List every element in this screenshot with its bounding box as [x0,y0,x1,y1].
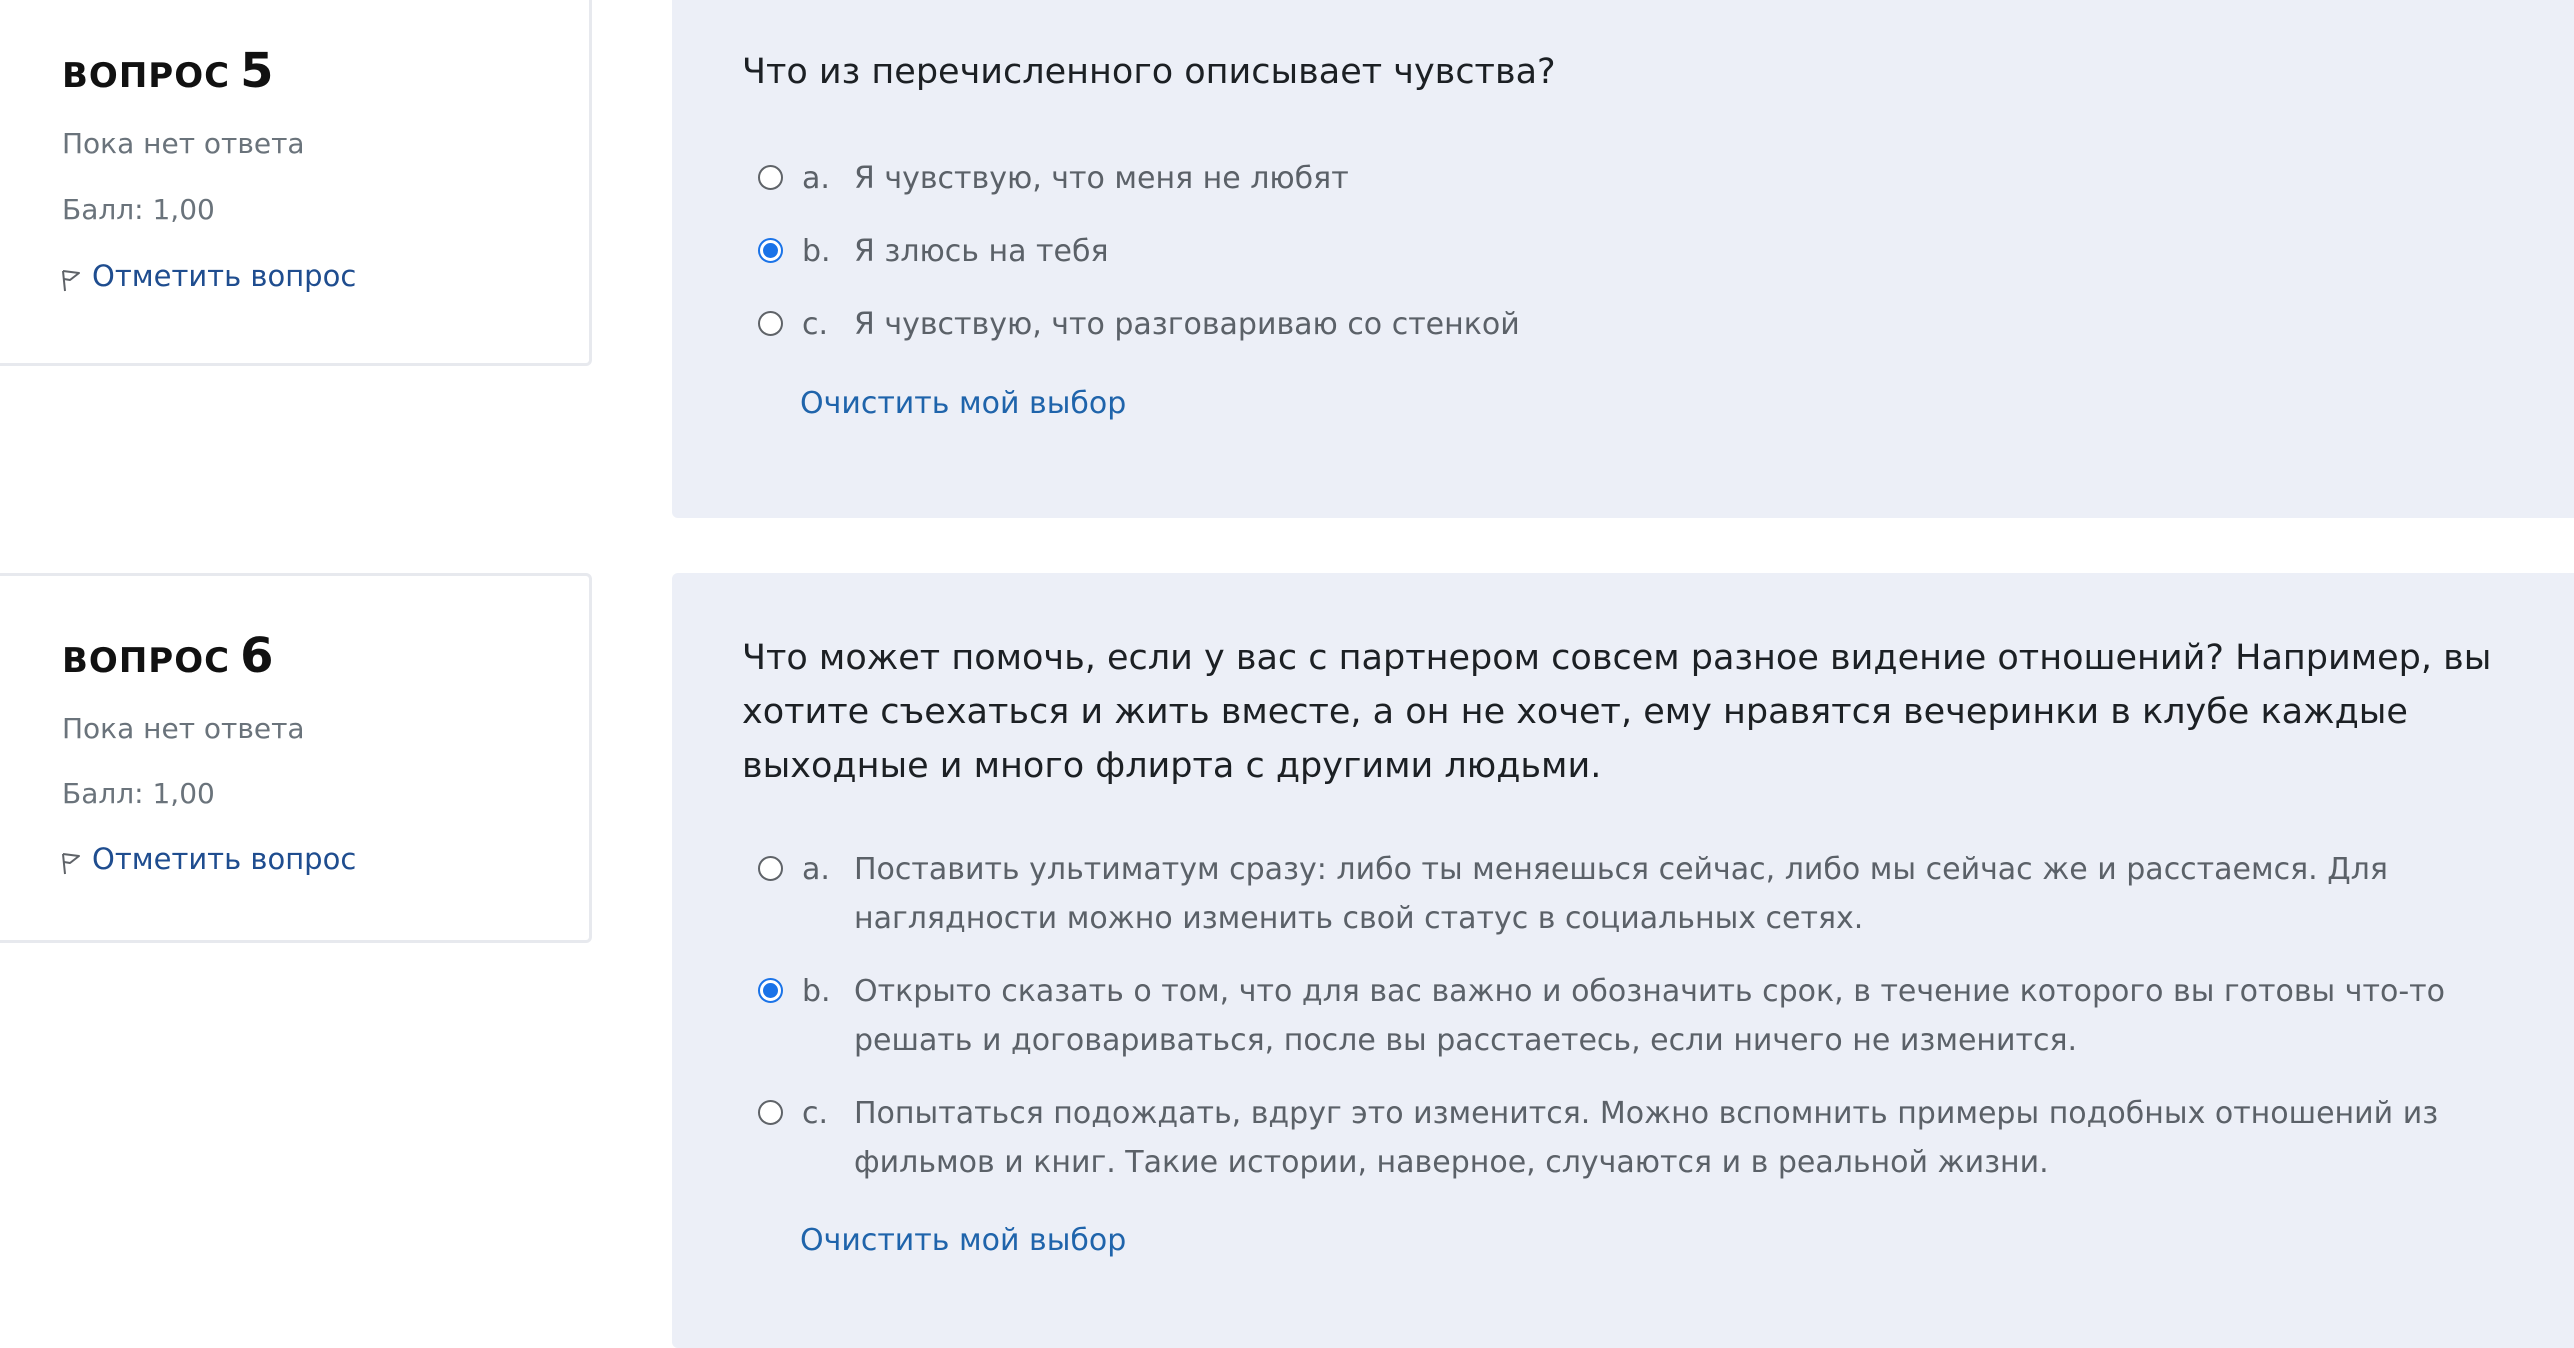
answer-radio-a[interactable] [758,165,783,190]
question-heading: ВОПРОС 6 [62,628,273,684]
answer-radio-c[interactable] [758,1100,783,1125]
question-heading-word: ВОПРОС [62,641,231,681]
answer-letter: b. [802,234,831,269]
answer-letter: a. [802,852,830,887]
answer-letter: b. [802,974,831,1009]
question-heading: ВОПРОС 5 [62,43,273,99]
quiz-page: ВОПРОС 5 Пока нет ответа Балл: 1,00 Отмет… [0,0,2574,1348]
answer-list: a. Поставить ультиматум сразу: либо ты м… [758,845,2538,1211]
question-info-panel: ВОПРОС 6 Пока нет ответа Балл: 1,00 Отмет… [0,573,592,943]
answer-option-a[interactable]: a. Я чувствую, что меня не любят [758,154,2538,227]
question-info-panel: ВОПРОС 5 Пока нет ответа Балл: 1,00 Отмет… [0,0,592,366]
answer-letter: c. [802,307,829,342]
answer-radio-c[interactable] [758,311,783,336]
answer-list: a. Я чувствую, что меня не любят b. Я зл… [758,154,2538,373]
flag-question-label: Отметить вопрос [92,842,357,876]
answer-option-c[interactable]: c. Я чувствую, что разговариваю со стенк… [758,300,2538,373]
question-heading-word: ВОПРОС [62,56,231,96]
question-number: 5 [240,43,274,99]
question-block-5: ВОПРОС 5 Пока нет ответа Балл: 1,00 Отмет… [0,0,2574,518]
answer-option-b[interactable]: b. Я злюсь на тебя [758,227,2538,300]
answer-radio-a[interactable] [758,856,783,881]
flag-question-link[interactable]: Отметить вопрос [60,259,356,293]
question-number: 6 [240,628,274,684]
answer-letter: c. [802,1096,829,1131]
clear-choice-link[interactable]: Очистить мой выбор [800,1223,1126,1258]
answer-radio-b[interactable] [758,978,783,1003]
flag-question-label: Отметить вопрос [92,259,357,293]
clear-choice-link[interactable]: Очистить мой выбор [800,386,1126,421]
answer-text: Открыто сказать о том, что для вас важно… [854,974,2445,1058]
question-grade: Балл: 1,00 [62,193,215,226]
question-state: Пока нет ответа [62,712,305,745]
answer-option-b[interactable]: b. Открыто сказать о том, что для вас ва… [758,967,2538,1089]
answer-text: Я злюсь на тебя [854,234,1109,269]
question-block-6: ВОПРОС 6 Пока нет ответа Балл: 1,00 Отмет… [0,573,2574,1348]
question-state: Пока нет ответа [62,127,305,160]
answer-text: Попытаться подождать, вдруг это изменитс… [854,1096,2439,1180]
answer-option-c[interactable]: c. Попытаться подождать, вдруг это измен… [758,1089,2538,1211]
question-grade: Балл: 1,00 [62,777,215,810]
question-text: Что из перечисленного описывает чувства? [742,52,1556,92]
answer-option-a[interactable]: a. Поставить ультиматум сразу: либо ты м… [758,845,2538,967]
flag-icon [60,846,82,876]
question-content: Что из перечисленного описывает чувства?… [672,0,2574,518]
answer-text: Я чувствую, что меня не любят [854,161,1349,196]
flag-icon [60,263,82,293]
flag-question-link[interactable]: Отметить вопрос [60,842,356,876]
question-text: Что может помочь, если у вас с партнером… [742,638,2492,786]
answer-text: Я чувствую, что разговариваю со стенкой [854,307,1520,342]
answer-radio-b[interactable] [758,238,783,263]
answer-letter: a. [802,161,830,196]
question-content: Что может помочь, если у вас с партнером… [672,573,2574,1348]
answer-text: Поставить ультиматум сразу: либо ты меня… [854,852,2388,936]
